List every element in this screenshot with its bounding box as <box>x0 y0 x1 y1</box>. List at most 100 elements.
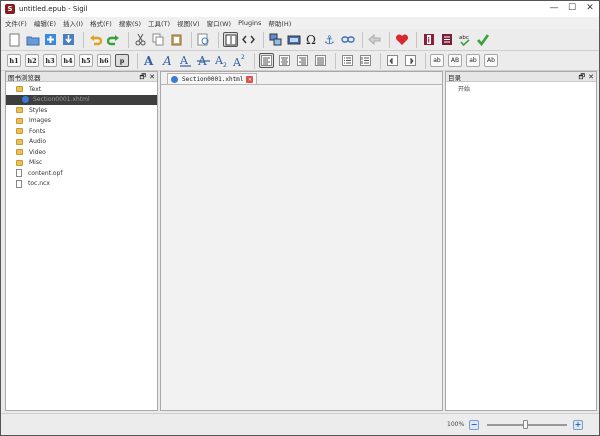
table-of-contents-icon[interactable] <box>439 32 454 47</box>
zoom-slider-handle[interactable] <box>523 420 528 429</box>
add-file-icon[interactable] <box>43 32 58 47</box>
minimize-button[interactable]: — <box>545 1 563 17</box>
tab-section0001[interactable]: Section0001.xhtml ✕ <box>167 73 258 84</box>
heading-2-button[interactable]: h2 <box>25 54 39 67</box>
align-justify-icon[interactable] <box>313 53 328 68</box>
tree-item-styles-folder[interactable]: Styles <box>6 105 157 116</box>
bullet-list-icon[interactable] <box>340 53 355 68</box>
tree-item-toc-ncx[interactable]: toc.ncx <box>6 179 157 190</box>
book-browser-title: 图书浏览器 <box>8 73 41 82</box>
donate-heart-icon[interactable] <box>394 32 409 47</box>
insert-media-icon[interactable] <box>286 32 301 47</box>
align-center-icon[interactable] <box>277 53 292 68</box>
tree-item-audio-folder[interactable]: Audio <box>6 137 157 148</box>
code-view-icon[interactable] <box>241 32 256 47</box>
tree-item-video-folder[interactable]: Video <box>6 147 157 158</box>
numbered-list-icon[interactable] <box>358 53 373 68</box>
tree-item-misc-folder[interactable]: Misc <box>6 158 157 169</box>
menu-help[interactable]: 帮助(H) <box>268 18 291 28</box>
subscript-icon[interactable]: A2 <box>214 53 229 68</box>
superscript-icon[interactable]: A2 <box>232 53 247 68</box>
toc-item-start[interactable]: 开始 <box>446 84 596 93</box>
toolbar-separator <box>128 31 129 48</box>
italic-icon[interactable]: A <box>160 53 175 68</box>
insert-image-icon[interactable] <box>268 32 283 47</box>
align-left-icon[interactable] <box>259 53 274 68</box>
close-panel-icon[interactable]: ✕ <box>588 72 594 82</box>
folder-icon <box>16 86 23 93</box>
copy-icon[interactable] <box>151 32 166 47</box>
decrease-indent-icon[interactable] <box>385 53 400 68</box>
menu-insert[interactable]: 插入(I) <box>63 18 83 28</box>
folder-icon <box>16 159 23 166</box>
menu-edit[interactable]: 编辑(E) <box>34 18 56 28</box>
open-folder-icon[interactable] <box>25 32 40 47</box>
toc-title: 目录 <box>448 73 461 82</box>
insert-link-icon[interactable] <box>340 32 355 47</box>
close-window-button[interactable]: ✕ <box>581 1 599 17</box>
underline-icon[interactable]: A <box>178 53 193 68</box>
book-browser-header: 图书浏览器 🗗 ✕ <box>6 72 157 82</box>
menu-tools[interactable]: 工具(T) <box>148 18 170 28</box>
undo-icon[interactable] <box>88 32 103 47</box>
new-file-icon[interactable] <box>7 32 22 47</box>
svg-text:⚓: ⚓ <box>324 33 335 46</box>
toolbar-separator <box>218 31 219 48</box>
folder-icon <box>16 138 23 145</box>
uppercase-button[interactable]: AB <box>448 54 462 67</box>
close-panel-icon[interactable]: ✕ <box>149 72 155 82</box>
book-view-editor[interactable] <box>161 84 442 410</box>
zoom-out-button[interactable]: − <box>469 420 479 430</box>
save-icon[interactable] <box>61 32 76 47</box>
tree-item-content-opf[interactable]: content.opf <box>6 168 157 179</box>
toolbar-separator <box>254 52 255 69</box>
paragraph-button[interactable]: p <box>115 54 129 67</box>
tree-item-section0001[interactable]: Section0001.xhtml <box>6 94 157 105</box>
preview-icon[interactable] <box>196 32 211 47</box>
menu-file[interactable]: 文件(F) <box>5 18 27 28</box>
heading-6-button[interactable]: h6 <box>97 54 111 67</box>
back-arrow-icon[interactable] <box>367 32 382 47</box>
tree-item-text-folder[interactable]: Text <box>6 84 157 95</box>
zoom-in-button[interactable]: + <box>573 420 583 430</box>
menu-format[interactable]: 格式(F) <box>90 18 112 28</box>
float-panel-icon[interactable]: 🗗 <box>579 72 586 82</box>
spellcheck-icon[interactable]: abc <box>457 32 472 47</box>
titlecase-button[interactable]: Ab <box>484 54 498 67</box>
insert-anchor-icon[interactable]: ⚓ <box>322 32 337 47</box>
maximize-button[interactable]: ☐ <box>563 1 581 17</box>
bold-icon[interactable]: A <box>142 53 157 68</box>
folder-icon <box>16 149 23 156</box>
validate-check-icon[interactable] <box>475 32 490 47</box>
paste-icon[interactable] <box>169 32 184 47</box>
close-tab-icon[interactable]: ✕ <box>246 75 254 83</box>
tree-item-fonts-folder[interactable]: Fonts <box>6 126 157 137</box>
redo-icon[interactable] <box>106 32 121 47</box>
float-panel-icon[interactable]: 🗗 <box>140 72 147 82</box>
align-right-icon[interactable] <box>295 53 310 68</box>
sigil-window: S untitled.epub - Sigil — ☐ ✕ 文件(F) 编辑(E… <box>0 0 600 436</box>
metadata-icon[interactable]: i <box>421 32 436 47</box>
insert-special-char-icon[interactable]: Ω <box>304 32 319 47</box>
cut-icon[interactable] <box>133 32 148 47</box>
svg-text:2: 2 <box>241 54 245 61</box>
heading-5-button[interactable]: h5 <box>79 54 93 67</box>
heading-1-button[interactable]: h1 <box>7 54 21 67</box>
menu-window[interactable]: 窗口(W) <box>207 18 232 28</box>
tree-item-images-folder[interactable]: Images <box>6 116 157 127</box>
increase-indent-icon[interactable] <box>403 53 418 68</box>
format-toolbar: h1 h2 h3 h4 h5 h6 p A A A A A2 A2 ab AB … <box>1 51 599 71</box>
heading-3-button[interactable]: h3 <box>43 54 57 67</box>
book-browser-tree: Text Section0001.xhtml Styles Images Fon… <box>6 82 157 189</box>
xhtml-globe-icon <box>22 96 29 104</box>
heading-4-button[interactable]: h4 <box>61 54 75 67</box>
book-view-icon[interactable] <box>223 32 238 47</box>
main-toolbar: Ω ⚓ i abc <box>1 29 599 51</box>
menu-plugins[interactable]: Plugins <box>238 19 261 27</box>
small-caps-button[interactable]: ab <box>466 54 480 67</box>
menu-search[interactable]: 搜索(S) <box>119 18 141 28</box>
lowercase-button[interactable]: ab <box>430 54 444 67</box>
svg-text:abc: abc <box>459 35 469 41</box>
menu-view[interactable]: 视图(V) <box>177 18 200 28</box>
strikethrough-icon[interactable]: A <box>196 53 211 68</box>
